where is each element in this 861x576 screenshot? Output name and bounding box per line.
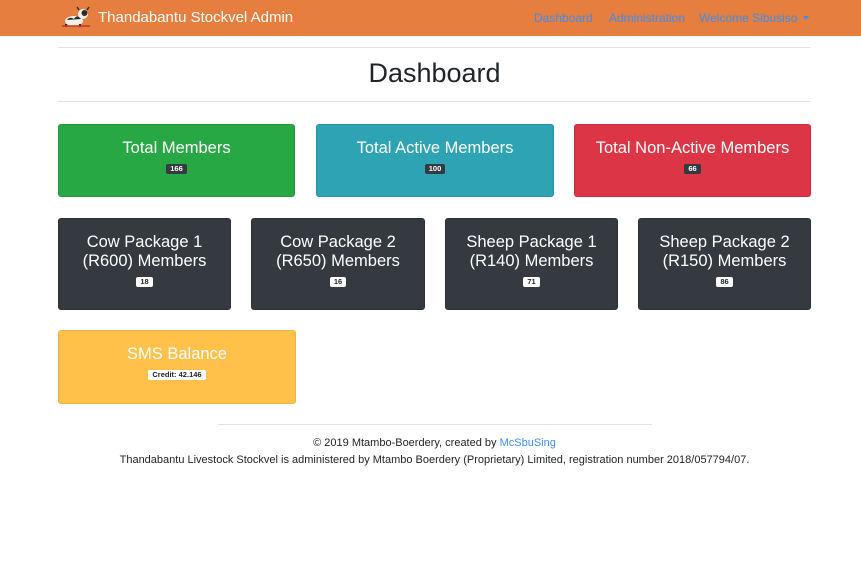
user-menu[interactable]: Welcome Sibusiso	[699, 0, 810, 36]
card-title: Total Members	[122, 139, 231, 157]
card-title: SMS Balance	[127, 345, 227, 363]
creator-link[interactable]: McSbuSing	[500, 437, 556, 449]
nav-item-dashboard: Dashboard	[534, 0, 593, 36]
footer-copyright: © 2019 Mtambo-Boerdery, created by McSbu…	[58, 437, 811, 449]
chevron-down-icon[interactable]	[803, 16, 810, 20]
sheep-package-1-card[interactable]: Sheep Package 1 (R140) Members 71	[445, 218, 618, 310]
nav-item-administration: Administration	[609, 0, 685, 36]
title-top-divider	[58, 47, 811, 48]
card-title-line2: (R600) Members	[82, 252, 207, 270]
top-navbar: Thandabantu Stockvel Admin Dashboard Adm…	[0, 0, 861, 36]
card-title-line1: Cow Package 2	[280, 233, 396, 251]
nav-link-dashboard[interactable]: Dashboard	[534, 11, 593, 25]
count-badge: 166	[166, 164, 187, 174]
count-badge: 86	[716, 277, 733, 287]
page-title: Dashboard	[368, 58, 501, 88]
count-badge: 66	[684, 164, 701, 174]
count-badge: 71	[523, 277, 540, 287]
navbar-brand[interactable]: Thandabantu Stockvel Admin	[62, 5, 293, 29]
copyright-text: © 2019 Mtambo-Boerdery, created by	[313, 437, 500, 449]
count-badge: 18	[136, 277, 153, 287]
user-menu-toggle[interactable]: Welcome Sibusiso	[699, 11, 797, 25]
card-title-line1: Cow Package 1	[86, 233, 203, 251]
card-title-line2: (R140) Members	[469, 252, 594, 270]
cow-logo-icon	[62, 6, 90, 27]
credit-badge: Credit: 42.146	[148, 370, 206, 380]
card-title: Total Non-Active Members	[595, 139, 790, 157]
nav-link-administration[interactable]: Administration	[609, 11, 685, 25]
brand-title: Thandabantu Stockvel Admin	[98, 8, 294, 26]
card-title-line2: (R650) Members	[276, 252, 400, 270]
cow-package-1-card[interactable]: Cow Package 1 (R600) Members 18	[58, 218, 231, 310]
total-members-card[interactable]: Total Members 166	[58, 124, 295, 197]
title-bottom-divider	[58, 101, 811, 102]
sms-balance-card[interactable]: SMS Balance Credit: 42.146	[58, 330, 296, 404]
footer-notice: Thandabantu Livestock Stockvel is admini…	[119, 454, 750, 466]
card-title-line2: (R150) Members	[662, 252, 787, 270]
total-non-active-members-card[interactable]: Total Non-Active Members 66	[574, 124, 811, 197]
cow-package-2-card[interactable]: Cow Package 2 (R650) Members 16	[251, 218, 425, 310]
sheep-package-2-card[interactable]: Sheep Package 2 (R150) Members 86	[638, 218, 811, 310]
count-badge: 16	[329, 277, 347, 287]
total-active-members-card[interactable]: Total Active Members 100	[316, 124, 554, 197]
card-title-line1: Sheep Package 2	[659, 233, 790, 251]
card-title-line1: Sheep Package 1	[466, 233, 597, 251]
count-badge: 100	[424, 164, 446, 174]
card-title: Total Active Members	[356, 139, 514, 157]
footer-divider	[218, 424, 652, 425]
